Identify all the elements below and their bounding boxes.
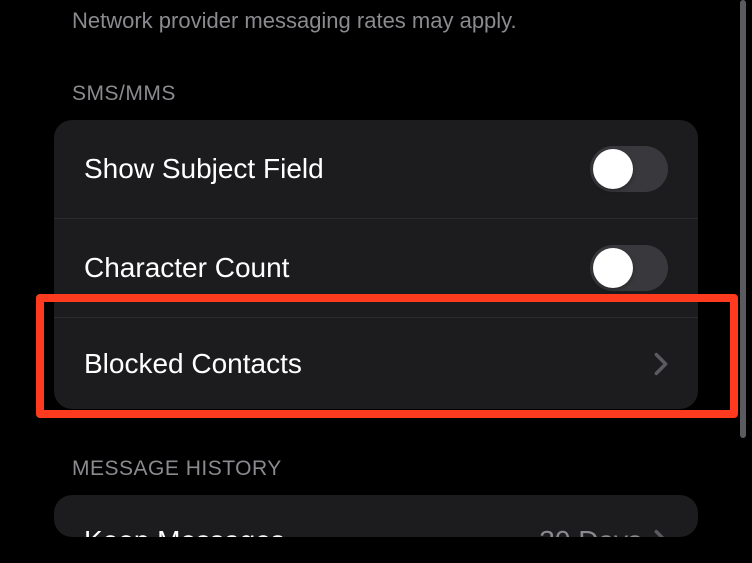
scrollbar[interactable]	[740, 0, 746, 438]
row-label-show-subject: Show Subject Field	[84, 153, 324, 185]
row-blocked-contacts[interactable]: Blocked Contacts	[54, 317, 698, 409]
chevron-right-icon	[654, 529, 668, 537]
row-value-keep-messages: 30 Days	[539, 525, 642, 537]
toggle-show-subject-field[interactable]	[590, 146, 668, 192]
toggle-character-count[interactable]	[590, 245, 668, 291]
smsmms-group: Show Subject Field Character Count Block…	[54, 120, 698, 409]
network-rates-note: Network provider messaging rates may app…	[30, 0, 722, 34]
row-label-character-count: Character Count	[84, 252, 289, 284]
row-label-keep-messages: Keep Messages	[84, 525, 285, 537]
row-keep-messages[interactable]: Keep Messages 30 Days	[54, 495, 698, 537]
message-history-group: Keep Messages 30 Days	[54, 495, 698, 537]
row-show-subject-field[interactable]: Show Subject Field	[54, 120, 698, 218]
section-header-message-history: MESSAGE HISTORY	[30, 409, 722, 495]
toggle-knob	[593, 248, 633, 288]
section-header-smsmms: SMS/MMS	[30, 34, 722, 120]
toggle-knob	[593, 149, 633, 189]
chevron-right-icon	[654, 352, 668, 376]
row-label-blocked-contacts: Blocked Contacts	[84, 348, 302, 380]
row-character-count[interactable]: Character Count	[54, 218, 698, 317]
